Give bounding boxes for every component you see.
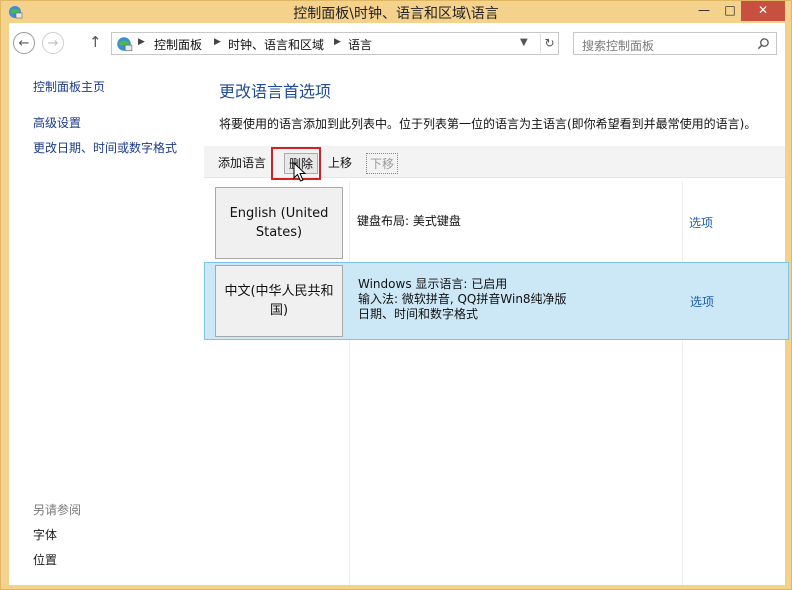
chevron-right-icon: ▶ <box>214 37 221 47</box>
chevron-down-icon[interactable]: ▼ <box>520 37 528 48</box>
back-button[interactable]: ← <box>13 32 35 54</box>
cursor-icon <box>293 162 307 182</box>
language-row-chinese[interactable]: 中文(中华人民共和国) Windows 显示语言: 已启用 输入法: 微软拼音,… <box>204 262 789 340</box>
search-box[interactable]: 搜索控制面板 <box>573 32 777 55</box>
arrow-up-icon: ↑ <box>89 33 102 51</box>
close-button[interactable]: ✕ <box>741 1 785 21</box>
chevron-right-icon: ▶ <box>138 37 145 47</box>
breadcrumb-control-panel[interactable]: 控制面板 <box>154 36 202 53</box>
breadcrumb-clock-language-region[interactable]: 时钟、语言和区域 <box>228 36 324 53</box>
chevron-right-icon: ▶ <box>334 37 341 47</box>
window: 控制面板\时钟、语言和区域\语言 — □ ✕ ← → ↑ ▶ 控制面板 ▶ 时钟… <box>0 0 792 590</box>
move-down-button[interactable]: 下移 <box>366 153 399 174</box>
main-panel: 更改语言首选项 将要使用的语言添加到此列表中。位于列表第一位的语言为主语言(即你… <box>204 63 789 585</box>
language-row-english[interactable]: English (United States) 键盘布局: 美式键盘 选项 <box>204 184 789 262</box>
language-details: Windows 显示语言: 已启用 输入法: 微软拼音, QQ拼音Win8纯净版… <box>358 277 567 322</box>
options-link-english[interactable]: 选项 <box>689 214 713 231</box>
sidebar-link-home[interactable]: 控制面板主页 <box>33 78 105 95</box>
content-area: 控制面板主页 高级设置 更改日期、时间或数字格式 另请参阅 字体 位置 更改语言… <box>9 63 789 585</box>
language-detail-display: Windows 显示语言: 已启用 <box>358 277 508 291</box>
address-bar[interactable]: ▶ 控制面板 ▶ 时钟、语言和区域 ▶ 语言 ▼ ↻ <box>111 32 559 55</box>
language-detail-formats: 日期、时间和数字格式 <box>358 307 479 321</box>
page-title: 更改语言首选项 <box>219 82 332 101</box>
up-button[interactable]: ↑ <box>89 33 102 51</box>
search-icon[interactable] <box>757 37 770 50</box>
title-bar: 控制面板\时钟、语言和区域\语言 — □ ✕ <box>1 1 791 23</box>
sidebar-link-change-date-time[interactable]: 更改日期、时间或数字格式 <box>33 139 177 156</box>
language-tile[interactable]: 中文(中华人民共和国) <box>215 265 343 337</box>
add-language-button[interactable]: 添加语言 <box>218 154 266 171</box>
window-title: 控制面板\时钟、语言和区域\语言 <box>293 6 499 22</box>
language-detail-keyboard: 键盘布局: 美式键盘 <box>357 214 461 228</box>
move-up-button[interactable]: 上移 <box>328 154 352 171</box>
page-description: 将要使用的语言添加到此列表中。位于列表第一位的语言为主语言(即你希望看到并最常使… <box>219 117 757 131</box>
sidebar: 控制面板主页 高级设置 更改日期、时间或数字格式 另请参阅 字体 位置 <box>9 63 199 585</box>
forward-button[interactable]: → <box>42 32 64 54</box>
refresh-icon: ↻ <box>544 36 555 50</box>
options-link-chinese[interactable]: 选项 <box>690 293 714 310</box>
search-input[interactable]: 搜索控制面板 <box>582 37 654 54</box>
control-panel-icon <box>117 37 133 52</box>
sidebar-link-advanced-settings[interactable]: 高级设置 <box>33 114 81 131</box>
language-tile[interactable]: English (United States) <box>215 187 343 259</box>
arrow-left-icon: ← <box>18 35 30 51</box>
arrow-right-icon: → <box>47 35 59 51</box>
refresh-button[interactable]: ↻ <box>540 34 558 53</box>
sidebar-link-fonts[interactable]: 字体 <box>33 526 57 543</box>
navigation-bar: ← → ↑ ▶ 控制面板 ▶ 时钟、语言和区域 ▶ 语言 ▼ ↻ 搜索控制面板 <box>9 23 785 63</box>
minimize-button[interactable]: — <box>691 1 717 21</box>
language-detail-input-method: 输入法: 微软拼音, QQ拼音Win8纯净版 <box>358 292 567 306</box>
language-details: 键盘布局: 美式键盘 <box>357 214 461 229</box>
maximize-button[interactable]: □ <box>717 1 743 21</box>
sidebar-link-location[interactable]: 位置 <box>33 551 57 568</box>
language-list: English (United States) 键盘布局: 美式键盘 选项 中文… <box>204 181 789 585</box>
see-also-heading: 另请参阅 <box>33 503 82 517</box>
breadcrumb-language[interactable]: 语言 <box>348 36 372 53</box>
